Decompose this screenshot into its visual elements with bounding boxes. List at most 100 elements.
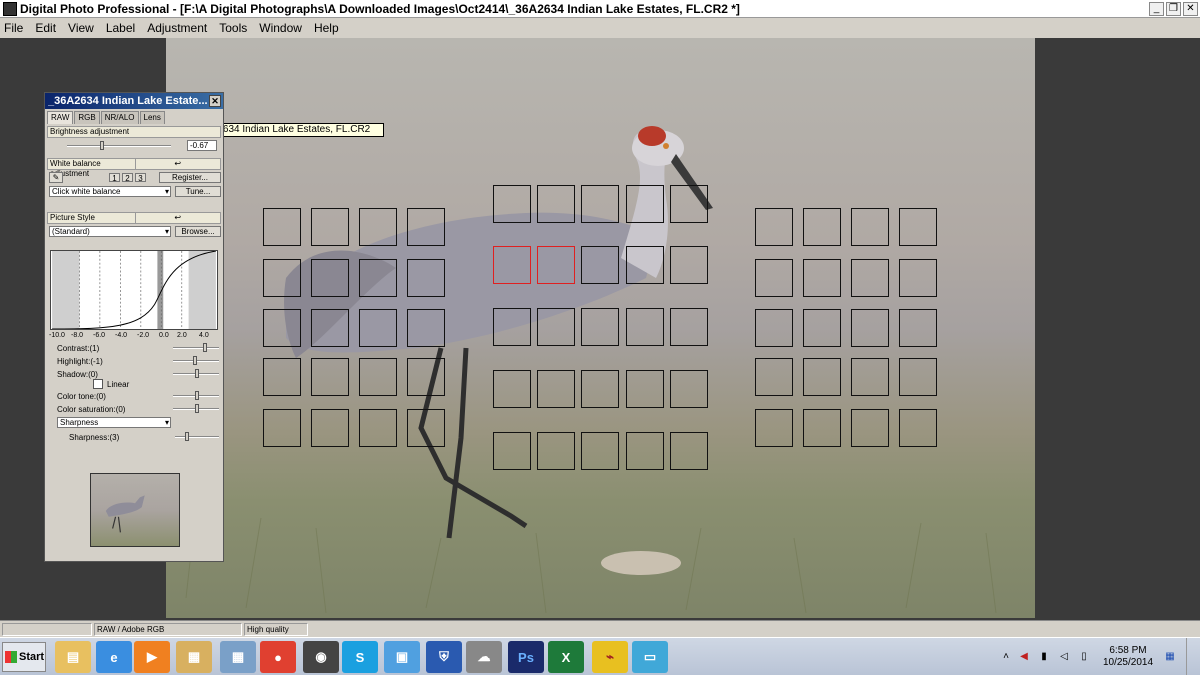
wb-preset-2-button[interactable]: 2 — [122, 173, 133, 183]
skype-icon[interactable]: S — [342, 641, 378, 673]
tab-rgb[interactable]: RGB — [74, 111, 100, 124]
clock[interactable]: 6:58 PM 10/25/2014 — [1098, 645, 1158, 669]
wb-preset-3-button[interactable]: 3 — [135, 173, 146, 183]
sharpness-slider-thumb[interactable] — [185, 432, 189, 441]
af-point — [581, 432, 619, 470]
tone-curve-graph[interactable] — [50, 250, 218, 330]
menu-tools[interactable]: Tools — [219, 21, 247, 35]
tool-palette[interactable]: _36A2634 Indian Lake Estate... ✕ RAW RGB… — [44, 92, 224, 562]
af-point — [581, 246, 619, 284]
camera-icon[interactable]: ◉ — [303, 641, 339, 673]
white-balance-reset-icon[interactable]: ↩ — [134, 159, 221, 169]
af-point — [803, 259, 841, 297]
shadow-slider-thumb[interactable] — [195, 369, 199, 378]
af-point — [851, 409, 889, 447]
minimize-button[interactable]: _ — [1149, 1, 1164, 16]
calculator-icon[interactable]: ▦ — [220, 641, 256, 673]
app-icon[interactable]: ▣ — [384, 641, 420, 673]
show-desktop-button[interactable] — [1186, 638, 1200, 675]
tab-raw[interactable]: RAW — [47, 111, 74, 124]
menu-label[interactable]: Label — [106, 21, 135, 35]
restore-button[interactable]: ❐ — [1166, 1, 1181, 16]
tab-lens[interactable]: Lens — [139, 111, 165, 124]
media-icon[interactable]: ▶ — [134, 641, 170, 673]
menu-adjustment[interactable]: Adjustment — [147, 21, 207, 35]
menu-edit[interactable]: Edit — [35, 21, 56, 35]
af-point — [670, 246, 708, 284]
brightness-value-field[interactable]: -0.67 — [187, 140, 217, 151]
contrast-slider[interactable] — [173, 347, 219, 349]
register-button[interactable]: Register... — [159, 172, 221, 183]
af-point — [851, 208, 889, 246]
af-point-active — [493, 246, 531, 284]
network-icon[interactable]: ▮ — [1038, 651, 1050, 663]
contrast-slider-thumb[interactable] — [203, 343, 207, 352]
wb-preset-1-button[interactable]: 1 — [109, 173, 120, 183]
tick-label: -8.0 — [71, 332, 84, 339]
af-point — [311, 309, 349, 347]
device-icon[interactable]: ▯ — [1078, 651, 1090, 663]
white-balance-select[interactable]: Click white balance — [49, 186, 171, 197]
explorer-icon[interactable]: ▤ — [55, 641, 91, 673]
status-bar: RAW / Adobe RGB High quality — [0, 620, 1200, 637]
tab-nr-alo[interactable]: NR/ALO — [100, 111, 139, 124]
menu-help[interactable]: Help — [314, 21, 339, 35]
white-balance-label: White balance adjustment — [50, 159, 101, 178]
sharpness-mode-select[interactable]: Sharpness — [57, 417, 171, 428]
color-tone-slider-thumb[interactable] — [195, 391, 199, 400]
af-point — [755, 208, 793, 246]
title-bar: Digital Photo Professional - [F:\A Digit… — [0, 0, 1200, 18]
linear-label: Linear — [107, 380, 130, 389]
browse-button[interactable]: Browse... — [175, 226, 221, 237]
brightness-slider[interactable] — [67, 145, 171, 147]
folder-icon[interactable]: ▦ — [176, 641, 212, 673]
start-button[interactable]: Start — [2, 642, 46, 672]
tune-button[interactable]: Tune... — [175, 186, 221, 197]
af-point — [537, 432, 575, 470]
tick-label: -4.0 — [115, 332, 128, 339]
clock-date: 10/25/2014 — [1102, 657, 1154, 668]
af-point — [263, 309, 301, 347]
navigator-thumbnail[interactable] — [90, 473, 180, 547]
af-point — [851, 309, 889, 347]
af-point — [899, 309, 937, 347]
af-point — [581, 185, 619, 223]
linear-checkbox[interactable] — [93, 379, 103, 389]
excel-icon[interactable]: X — [548, 641, 584, 673]
menu-view[interactable]: View — [68, 21, 94, 35]
menu-file[interactable]: File — [4, 21, 23, 35]
show-hidden-icons-icon[interactable]: ˄ — [1000, 651, 1012, 663]
volume-icon[interactable]: ◀ — [1018, 651, 1030, 663]
brightness-row: -0.67 — [47, 139, 221, 153]
monitor-icon[interactable]: ⌁ — [592, 641, 628, 673]
window-title: Digital Photo Professional - [F:\A Digit… — [20, 1, 740, 16]
color-saturation-slider-thumb[interactable] — [195, 404, 199, 413]
af-point — [359, 409, 397, 447]
picture-style-reset-icon[interactable]: ↩ — [134, 213, 221, 223]
brightness-slider-thumb[interactable] — [99, 141, 104, 150]
speaker-icon[interactable]: ◁ — [1058, 651, 1070, 663]
picture-style-select[interactable]: (Standard) — [49, 226, 171, 237]
photoshop-icon[interactable]: Ps — [508, 641, 544, 673]
weather-icon[interactable]: ☁ — [466, 641, 502, 673]
chrome-icon[interactable]: ● — [260, 641, 296, 673]
af-point — [899, 409, 937, 447]
af-point — [311, 259, 349, 297]
palette-title-bar[interactable]: _36A2634 Indian Lake Estate... ✕ — [45, 93, 223, 109]
notification-icon[interactable]: ▦ — [1164, 651, 1176, 663]
af-point — [670, 185, 708, 223]
af-point — [359, 358, 397, 396]
ie-icon[interactable]: e — [96, 641, 132, 673]
sharpness-slider[interactable] — [175, 436, 219, 438]
close-button[interactable]: ✕ — [1183, 1, 1198, 16]
af-point — [899, 208, 937, 246]
menu-window[interactable]: Window — [259, 21, 302, 35]
highlight-slider-thumb[interactable] — [193, 356, 197, 365]
palette-close-button[interactable]: ✕ — [209, 95, 221, 107]
highlight-label: Highlight:(-1) — [57, 357, 103, 366]
photo-icon[interactable]: ▭ — [632, 641, 668, 673]
eyedropper-icon[interactable]: ✎ — [49, 172, 63, 183]
af-point — [670, 432, 708, 470]
security-icon[interactable]: ⛨ — [426, 641, 462, 673]
windows-logo-icon — [5, 651, 17, 663]
